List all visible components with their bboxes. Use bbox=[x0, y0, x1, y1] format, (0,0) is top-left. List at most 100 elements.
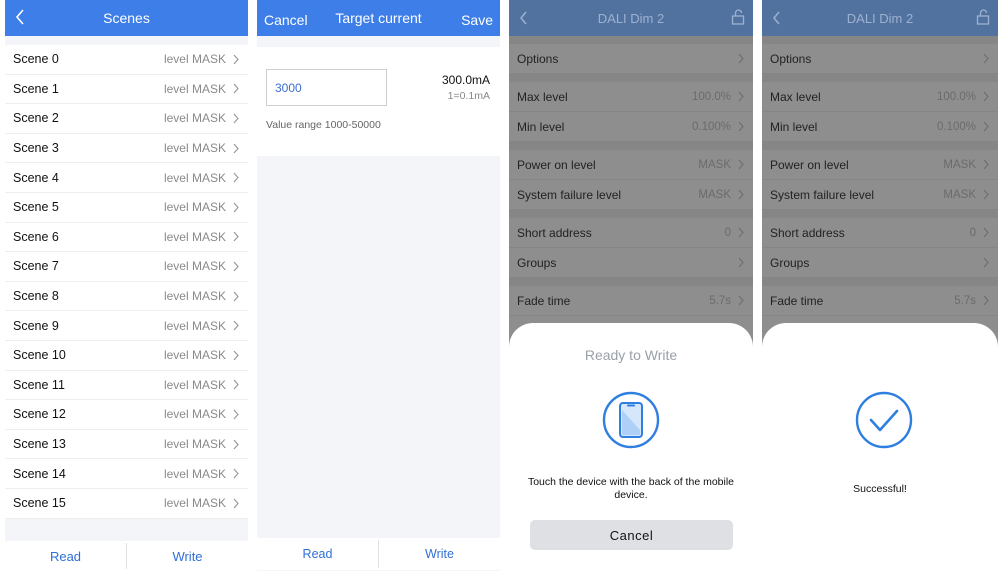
scene-value-group: level MASK bbox=[164, 496, 240, 510]
scene-row[interactable]: Scene 12 level MASK bbox=[5, 400, 248, 430]
scene-value: level MASK bbox=[163, 407, 226, 422]
device-settings-list: Options Max level 100.0% Min level 0.100% Pow… bbox=[509, 36, 753, 316]
setting-row[interactable]: Groups bbox=[509, 248, 753, 278]
scene-value: level MASK bbox=[163, 229, 226, 244]
scene-row[interactable]: Scene 7 level MASK bbox=[5, 252, 248, 282]
target-form: 3000 300.0mA 1=0.1mA Value range 1000-50… bbox=[257, 47, 500, 156]
setting-row[interactable]: Options bbox=[762, 44, 998, 74]
setting-value-group: 100.0% bbox=[937, 91, 990, 103]
read-button[interactable]: Read bbox=[5, 541, 126, 571]
unlock-icon[interactable] bbox=[731, 9, 745, 25]
setting-row[interactable]: Max level 100.0% bbox=[509, 82, 753, 112]
setting-value: 0 bbox=[724, 226, 731, 239]
chevron-right-icon bbox=[738, 257, 744, 268]
device-screen-writing: DALI Dim 2 Options Max level 100.0% Min lev… bbox=[509, 0, 753, 571]
setting-row[interactable]: Max level 100.0% bbox=[762, 82, 998, 112]
page-title: Target current bbox=[335, 10, 422, 26]
chevron-right-icon bbox=[233, 143, 239, 153]
scene-row[interactable]: Scene 13 level MASK bbox=[5, 430, 248, 460]
setting-row[interactable]: Power on level MASK bbox=[762, 150, 998, 180]
setting-value-group bbox=[976, 53, 990, 64]
scene-value-group: level MASK bbox=[164, 52, 240, 66]
write-button[interactable]: Write bbox=[379, 538, 500, 570]
scene-row[interactable]: Scene 14 level MASK bbox=[5, 459, 248, 489]
scene-name: Scene 6 bbox=[13, 229, 59, 244]
scene-row[interactable]: Scene 11 level MASK bbox=[5, 371, 248, 401]
setting-row[interactable]: Short address 0 bbox=[509, 218, 753, 248]
spacer bbox=[762, 210, 998, 218]
back-icon[interactable] bbox=[770, 9, 782, 27]
scene-value: level MASK bbox=[163, 289, 226, 304]
chevron-right-icon bbox=[233, 291, 239, 301]
setting-row[interactable]: Short address 0 bbox=[762, 218, 998, 248]
setting-row[interactable]: Fade time 5.7s bbox=[762, 286, 998, 316]
chevron-right-icon bbox=[233, 261, 239, 272]
setting-row[interactable]: Min level 0.100% bbox=[762, 112, 998, 142]
scene-row[interactable]: Scene 9 level MASK bbox=[5, 311, 248, 341]
spacer bbox=[762, 74, 998, 82]
scene-row[interactable]: Scene 2 level MASK bbox=[5, 104, 248, 134]
scene-value-group: level MASK bbox=[164, 319, 240, 333]
chevron-right-icon bbox=[738, 91, 744, 102]
scene-value: level MASK bbox=[163, 259, 226, 274]
scene-value: level MASK bbox=[163, 111, 226, 126]
setting-row[interactable]: System failure level MASK bbox=[762, 180, 998, 210]
unit-note: 1=0.1mA bbox=[447, 90, 490, 102]
spacer bbox=[509, 210, 753, 218]
scene-value: level MASK bbox=[163, 170, 226, 185]
setting-value: MASK bbox=[698, 188, 731, 201]
setting-label: Groups bbox=[770, 255, 810, 270]
chevron-right-icon bbox=[233, 113, 239, 124]
scene-value: level MASK bbox=[163, 437, 226, 452]
write-button[interactable]: Write bbox=[127, 541, 248, 571]
scene-value-group: level MASK bbox=[164, 171, 240, 185]
scene-row[interactable]: Scene 5 level MASK bbox=[5, 193, 248, 223]
setting-row[interactable]: Min level 0.100% bbox=[509, 112, 753, 142]
scene-value: level MASK bbox=[163, 141, 226, 156]
cancel-write-button[interactable]: Cancel bbox=[530, 520, 733, 550]
scenes-screen: Scenes Scene 0 level MASK Scene 1 level MAS… bbox=[5, 0, 248, 571]
back-icon[interactable] bbox=[13, 7, 27, 27]
setting-value-group bbox=[731, 257, 745, 268]
scene-row[interactable]: Scene 6 level MASK bbox=[5, 223, 248, 253]
scene-row[interactable]: Scene 1 level MASK bbox=[5, 75, 248, 105]
chevron-right-icon bbox=[233, 54, 239, 65]
setting-row[interactable]: Groups bbox=[762, 248, 998, 278]
sheet-message: Touch the device with the back of the mo… bbox=[527, 476, 735, 501]
back-icon[interactable] bbox=[517, 9, 529, 27]
save-button[interactable]: Save bbox=[461, 12, 493, 28]
scene-row[interactable]: Scene 3 level MASK bbox=[5, 134, 248, 164]
chevron-right-icon bbox=[738, 227, 744, 238]
chevron-right-icon bbox=[983, 53, 989, 64]
scene-name: Scene 2 bbox=[13, 111, 59, 126]
setting-value-group: 5.7s bbox=[954, 295, 990, 307]
read-button[interactable]: Read bbox=[257, 538, 378, 570]
scene-row[interactable]: Scene 8 level MASK bbox=[5, 282, 248, 312]
setting-value: 100.0% bbox=[691, 90, 731, 103]
scene-row[interactable]: Scene 4 level MASK bbox=[5, 163, 248, 193]
chevron-right-icon bbox=[233, 498, 239, 509]
chevron-right-icon bbox=[738, 159, 744, 170]
setting-value: MASK bbox=[943, 188, 976, 201]
unlock-icon[interactable] bbox=[976, 9, 990, 25]
scene-value-group: level MASK bbox=[164, 259, 240, 273]
scene-row[interactable]: Scene 15 level MASK bbox=[5, 489, 248, 519]
page-title: DALI Dim 2 bbox=[597, 10, 665, 26]
scene-value-group: level MASK bbox=[164, 141, 240, 155]
chevron-right-icon bbox=[233, 379, 239, 390]
cancel-button[interactable]: Cancel bbox=[264, 12, 308, 28]
setting-row[interactable]: System failure level MASK bbox=[509, 180, 753, 210]
scene-row[interactable]: Scene 10 level MASK bbox=[5, 341, 248, 371]
setting-row[interactable]: Fade time 5.7s bbox=[509, 286, 753, 316]
scene-value-group: level MASK bbox=[164, 289, 240, 303]
setting-row[interactable]: Power on level MASK bbox=[509, 150, 753, 180]
scene-row[interactable]: Scene 0 level MASK bbox=[5, 45, 248, 75]
scene-name: Scene 3 bbox=[13, 141, 59, 156]
target-current-input[interactable]: 3000 bbox=[266, 69, 387, 106]
setting-row[interactable]: Options bbox=[509, 44, 753, 74]
setting-value: 0.100% bbox=[936, 120, 976, 133]
scene-name: Scene 12 bbox=[13, 407, 66, 422]
setting-label: Max level bbox=[517, 89, 568, 104]
scene-value-group: level MASK bbox=[164, 437, 240, 451]
scene-name: Scene 14 bbox=[13, 466, 66, 481]
